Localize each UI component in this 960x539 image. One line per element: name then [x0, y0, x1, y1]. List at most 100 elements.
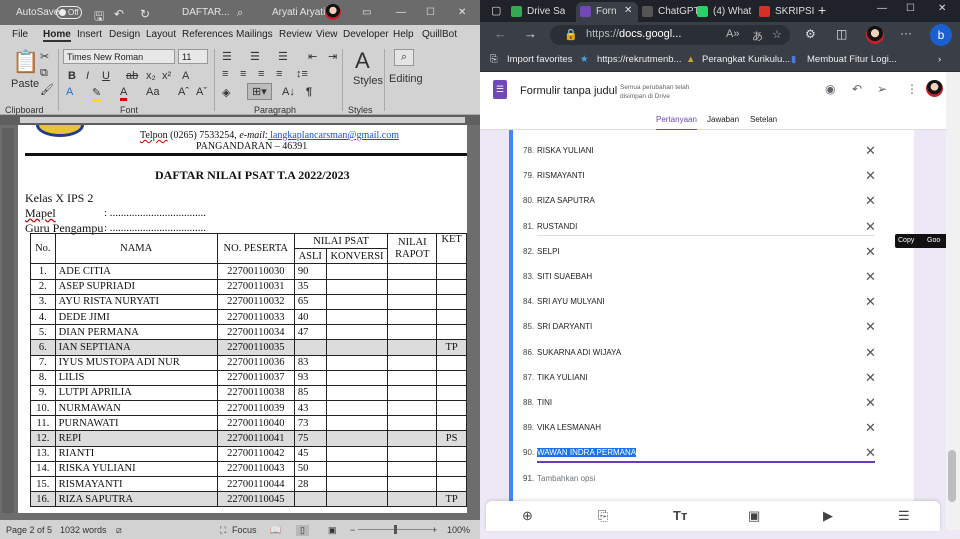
line-spacing-icon[interactable]: ↕≡ [296, 68, 308, 80]
remove-option-icon[interactable]: ✕ [865, 269, 876, 285]
align-center-icon[interactable]: ≡ [240, 68, 246, 80]
cell-konversi[interactable] [325, 369, 389, 386]
cell-asli[interactable]: 93 [293, 369, 327, 386]
cell-rapot[interactable] [387, 384, 438, 402]
cell-ket[interactable] [436, 324, 467, 341]
option-input[interactable]: RUSTANDI [537, 222, 577, 231]
autosave-toggle[interactable]: Off [56, 6, 82, 19]
focus-button[interactable]: Focus [232, 525, 257, 535]
cell-rapot[interactable] [387, 445, 438, 462]
option-input[interactable]: SELPI [537, 247, 560, 256]
read-mode-icon[interactable]: 📖 [270, 525, 281, 536]
option-input[interactable]: SUKARNA ADI WIJAYA [537, 348, 621, 357]
browser-tab[interactable]: Drive Sa [507, 2, 565, 22]
cell-peserta[interactable]: 22700110030 [216, 263, 295, 280]
redo-icon[interactable]: ↻ [140, 7, 150, 21]
option-input[interactable]: SRI DARYANTI [537, 322, 592, 331]
scrollbar-thumb[interactable] [948, 450, 956, 502]
editing-button[interactable]: Editing [389, 73, 423, 85]
search-button[interactable]: Goo [927, 237, 940, 244]
zoom-level[interactable]: 100% [447, 525, 470, 535]
text-effects-icon[interactable]: A [66, 86, 73, 98]
option-input[interactable]: RISKA YULIANI [537, 146, 594, 155]
shading-icon[interactable]: ◈ [222, 86, 230, 99]
sort-icon[interactable]: A↓ [282, 86, 295, 98]
cell-no[interactable]: 9. [30, 384, 56, 402]
address-bar[interactable]: 🔒 https://docs.googl... A» あ ☆ [550, 25, 790, 45]
cell-peserta[interactable]: 22700110040 [216, 415, 295, 432]
cell-rapot[interactable] [387, 475, 438, 493]
cell-no[interactable]: 13. [30, 445, 56, 462]
option-input[interactable]: SITI SUAEBAH [537, 272, 592, 281]
horizontal-ruler[interactable] [0, 115, 480, 125]
remove-option-icon[interactable]: ✕ [865, 445, 876, 461]
cell-asli[interactable]: 45 [293, 445, 327, 462]
copy-button[interactable]: Copy [898, 237, 914, 244]
bold-icon[interactable]: B [68, 70, 76, 82]
tab-pertanyaan[interactable]: Pertanyaan [656, 115, 697, 131]
favorite-import[interactable]: Import favorites [507, 54, 572, 65]
zoom-slider-thumb[interactable] [394, 525, 397, 534]
cell-rapot[interactable] [387, 415, 438, 432]
align-right-icon[interactable]: ≡ [258, 68, 264, 80]
font-name-select[interactable]: Times New Roman [63, 49, 175, 64]
remove-option-icon[interactable]: ✕ [865, 294, 876, 310]
cell-nama[interactable]: RISMAYANTI [54, 475, 218, 493]
form-title[interactable]: Formulir tanpa judul [520, 85, 617, 97]
remove-option-icon[interactable]: ✕ [865, 319, 876, 335]
cell-konversi[interactable] [325, 324, 389, 341]
undo-icon[interactable]: ↶ [852, 82, 862, 96]
palette-icon[interactable]: ◉ [825, 82, 835, 96]
option-input[interactable]: RIZA SAPUTRA [537, 196, 595, 205]
cell-ket[interactable] [436, 354, 467, 371]
cell-nama[interactable]: PURNAWATI [54, 415, 218, 432]
cell-ket[interactable] [436, 293, 467, 310]
cell-nama[interactable]: RIANTI [54, 445, 218, 462]
cell-no[interactable]: 7. [30, 354, 56, 371]
minimize-icon[interactable]: — [877, 3, 887, 14]
add-option-input[interactable]: Tambahkan opsi [537, 474, 595, 483]
split-screen-icon[interactable]: ◫ [836, 27, 847, 41]
favorite-star-icon[interactable]: ☆ [772, 28, 782, 41]
cell-rapot[interactable] [387, 369, 438, 386]
tab-review[interactable]: Review [279, 29, 312, 40]
word-count[interactable]: 1032 words [60, 525, 107, 535]
cell-konversi[interactable] [325, 384, 389, 402]
extensions-icon[interactable]: ⚙ [805, 27, 816, 41]
option-input[interactable]: TINI [537, 398, 552, 407]
format-painter-icon[interactable]: 🖌 [40, 83, 54, 96]
cell-konversi[interactable] [325, 263, 389, 280]
option-input[interactable]: VIKA LESMANAH [537, 423, 601, 432]
browser-tab[interactable]: (4) What [693, 2, 753, 22]
cell-asli[interactable]: 47 [293, 324, 327, 341]
copy-icon[interactable]: ⧉ [40, 67, 48, 80]
remove-option-icon[interactable]: ✕ [865, 345, 876, 361]
cell-asli[interactable]: 85 [293, 384, 327, 402]
cell-no[interactable]: 8. [30, 369, 56, 386]
remove-option-icon[interactable]: ✕ [865, 168, 876, 184]
browser-tab[interactable]: SKRIPSI [755, 2, 815, 22]
remove-option-icon[interactable]: ✕ [865, 395, 876, 411]
option-input[interactable]: SRI AYU MULYANI [537, 297, 605, 306]
tab-home[interactable]: Home [43, 29, 71, 42]
cut-icon[interactable]: ✂ [40, 50, 49, 63]
increase-indent-icon[interactable]: ⇥ [328, 50, 337, 63]
cell-no[interactable]: 10. [30, 400, 56, 417]
cell-asli[interactable]: 90 [293, 263, 327, 280]
cell-ket[interactable] [436, 445, 467, 462]
cell-konversi[interactable] [325, 491, 389, 508]
import-questions-icon[interactable]: ⎘ [598, 508, 608, 524]
strikethrough-icon[interactable]: ab [126, 70, 138, 82]
cell-ket[interactable] [436, 415, 467, 432]
cell-peserta[interactable]: 22700110031 [216, 278, 295, 295]
forward-icon[interactable]: → [524, 26, 537, 41]
lock-icon[interactable]: 🔒 [564, 28, 578, 41]
proofing-icon[interactable]: ⧄ [116, 525, 122, 536]
tab-design[interactable]: Design [109, 29, 140, 40]
cell-no[interactable]: 1. [30, 263, 56, 280]
more-options-icon[interactable]: ··· [900, 26, 912, 40]
cell-no[interactable]: 12. [30, 430, 56, 447]
tab-developer[interactable]: Developer [343, 29, 389, 40]
find-icon[interactable]: ⌕ [394, 49, 415, 66]
cell-konversi[interactable] [325, 278, 389, 295]
